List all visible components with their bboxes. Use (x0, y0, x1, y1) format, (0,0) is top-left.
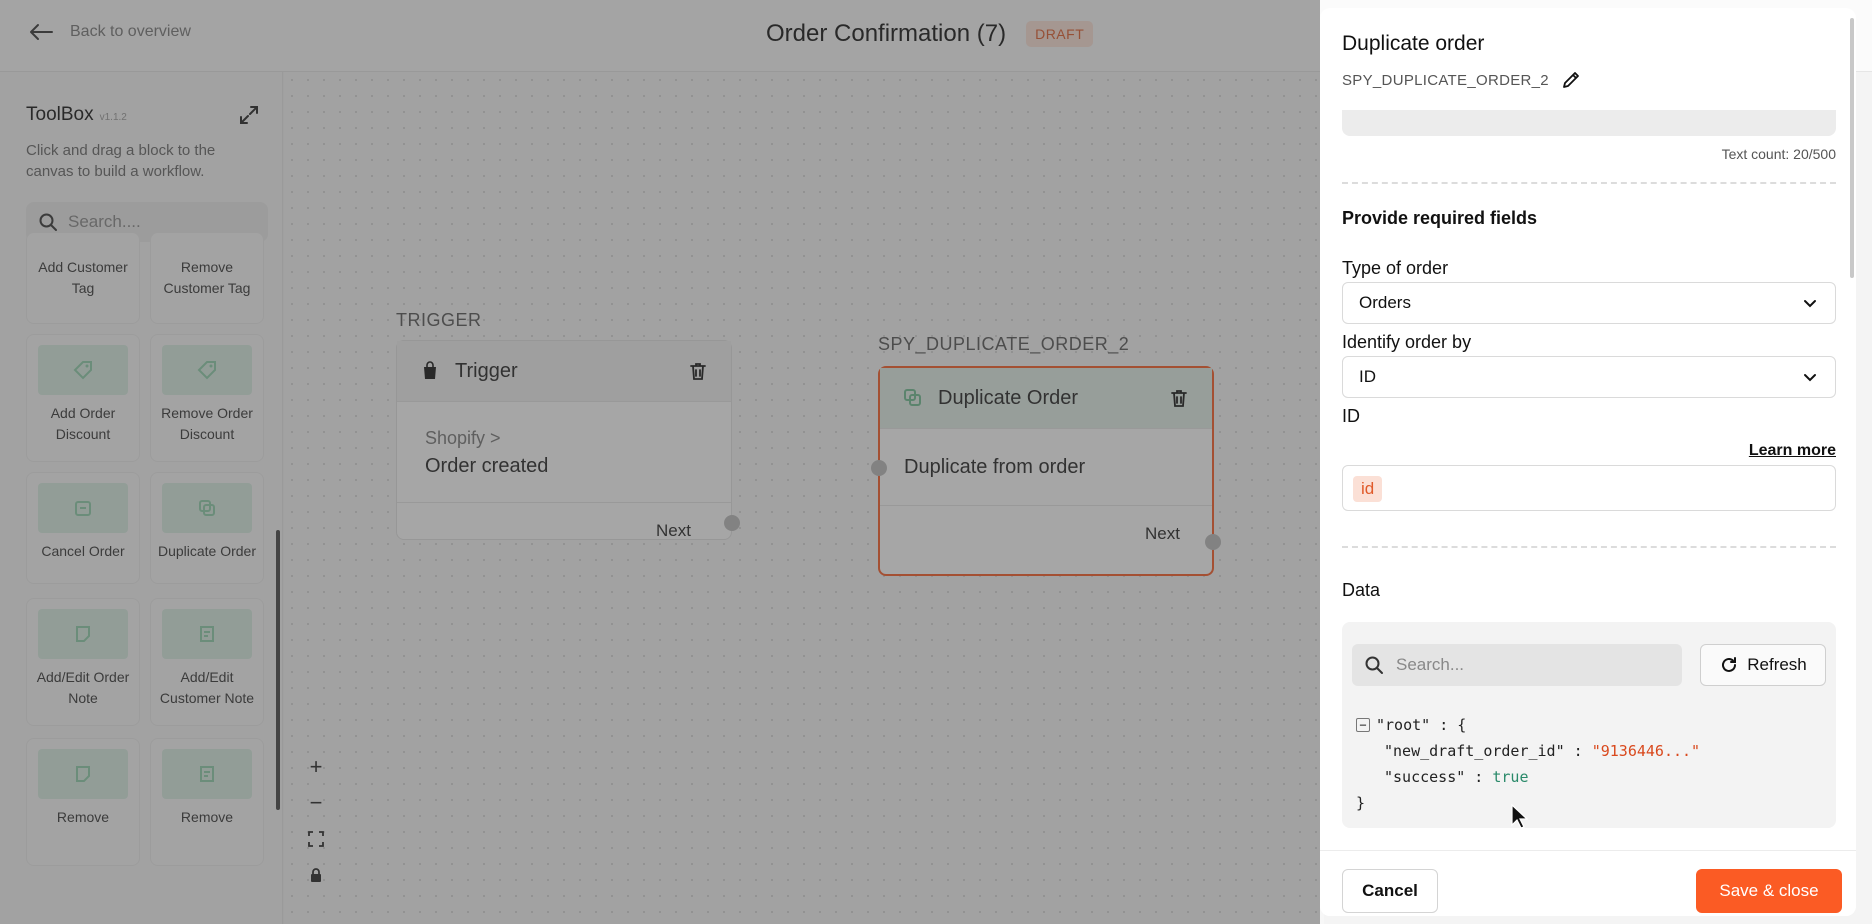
panel-footer: Cancel Save & close (1320, 850, 1856, 916)
data-preview: Search... Refresh − "root" : { "new_draf… (1342, 622, 1836, 828)
mouse-cursor-icon (1511, 803, 1528, 829)
type-of-order-label: Type of order (1342, 258, 1449, 278)
chevron-down-icon (1804, 374, 1816, 382)
required-fields-heading: Provide required fields (1342, 208, 1538, 228)
learn-more-link[interactable]: Learn more (1749, 442, 1836, 460)
identify-order-by-select[interactable]: ID (1342, 356, 1836, 398)
id-input[interactable]: id (1342, 465, 1836, 511)
modal-backdrop[interactable] (0, 0, 1320, 924)
refresh-icon (1722, 657, 1737, 672)
refresh-label: Refresh (1747, 655, 1807, 674)
json-entry: "success" : true (1356, 764, 1700, 790)
json-entry: "new_draft_order_id" : "9136446..." (1356, 738, 1700, 764)
identify-order-by-label: Identify order by (1342, 332, 1472, 352)
panel-scrollbar[interactable] (1850, 18, 1854, 278)
block-identifier: SPY_DUPLICATE_ORDER_2 (1342, 70, 1581, 90)
block-settings-panel: Duplicate order SPY_DUPLICATE_ORDER_2 Te… (1320, 8, 1856, 916)
collapse-icon[interactable]: − (1356, 718, 1370, 732)
json-key: "new_draft_order_id" : (1384, 742, 1592, 760)
json-value: "9136446..." (1591, 742, 1701, 760)
divider (1342, 546, 1836, 548)
search-icon (1365, 656, 1383, 674)
data-section-label: Data (1342, 580, 1381, 600)
description-textarea[interactable] (1342, 110, 1836, 136)
json-key: "success" : (1384, 768, 1493, 786)
id-variable-chip[interactable]: id (1353, 476, 1383, 502)
chevron-down-icon (1804, 300, 1816, 308)
json-tree: − "root" : { "new_draft_order_id" : "913… (1356, 712, 1700, 816)
json-root-key: "root" : { (1376, 716, 1467, 734)
block-identifier-text: SPY_DUPLICATE_ORDER_2 (1342, 71, 1549, 89)
cancel-button[interactable]: Cancel (1342, 869, 1438, 913)
data-search-placeholder: Search... (1396, 655, 1465, 674)
json-root-row: − "root" : { (1356, 712, 1700, 738)
divider (1342, 182, 1836, 184)
text-count: Text count: 20/500 (1721, 146, 1836, 162)
data-search-input[interactable]: Search... (1352, 644, 1682, 686)
save-and-close-button[interactable]: Save & close (1696, 869, 1842, 913)
type-of-order-value: Orders (1359, 293, 1411, 312)
refresh-button[interactable]: Refresh (1700, 644, 1826, 686)
panel-title: Duplicate order (1342, 32, 1485, 55)
json-close-row: } (1356, 790, 1700, 816)
json-value: true (1492, 768, 1529, 786)
identify-order-by-value: ID (1359, 367, 1376, 386)
id-field-label: ID (1342, 406, 1360, 426)
json-close-brace: } (1356, 794, 1366, 812)
pencil-icon[interactable] (1561, 70, 1581, 90)
type-of-order-select[interactable]: Orders (1342, 282, 1836, 324)
